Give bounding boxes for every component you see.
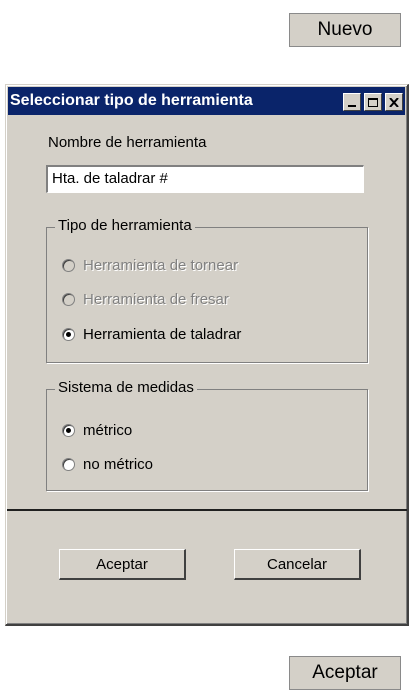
radio-metric[interactable]: métrico [62, 422, 132, 439]
dialog-accept-button[interactable]: Aceptar [59, 549, 186, 580]
minimize-button[interactable] [343, 93, 361, 111]
radio-drilling-tool[interactable]: Herramienta de taladrar [62, 326, 241, 343]
measure-system-legend: Sistema de medidas [55, 379, 197, 396]
radio-selected-dot [66, 428, 71, 433]
maximize-icon [368, 97, 378, 107]
radio-button [62, 328, 75, 341]
radio-button [62, 259, 75, 272]
radio-button [62, 458, 75, 471]
accept-button[interactable]: Aceptar [289, 656, 401, 690]
tool-name-field[interactable]: Hta. de taladrar # [46, 165, 364, 193]
maximize-button[interactable] [364, 93, 382, 111]
measure-system-group: Sistema de medidas [46, 379, 368, 491]
radio-button [62, 424, 75, 437]
radio-label: Herramienta de tornear [83, 257, 239, 274]
new-button[interactable]: Nuevo [289, 13, 401, 47]
radio-label: Herramienta de fresar [83, 291, 229, 308]
dialog-separator [7, 509, 407, 511]
dialog-cancel-button[interactable]: Cancelar [234, 549, 361, 580]
radio-button [62, 293, 75, 306]
radio-label: Herramienta de taladrar [83, 326, 242, 343]
radio-non-metric[interactable]: no métrico [62, 456, 153, 473]
radio-selected-dot [66, 332, 71, 337]
close-button[interactable] [385, 93, 403, 111]
tool-name-label: Nombre de herramienta [48, 134, 207, 151]
radio-milling-tool[interactable]: Herramienta de fresar [62, 291, 229, 308]
minimize-icon [348, 105, 356, 107]
dialog-titlebar: Seleccionar tipo de herramienta [8, 87, 405, 115]
dialog-title: Seleccionar tipo de herramienta [10, 92, 253, 109]
radio-label: métrico [83, 422, 133, 439]
tool-type-legend: Tipo de herramienta [55, 217, 195, 234]
close-icon [389, 97, 399, 107]
radio-label: no métrico [83, 456, 154, 473]
radio-turning-tool[interactable]: Herramienta de tornear [62, 257, 238, 274]
